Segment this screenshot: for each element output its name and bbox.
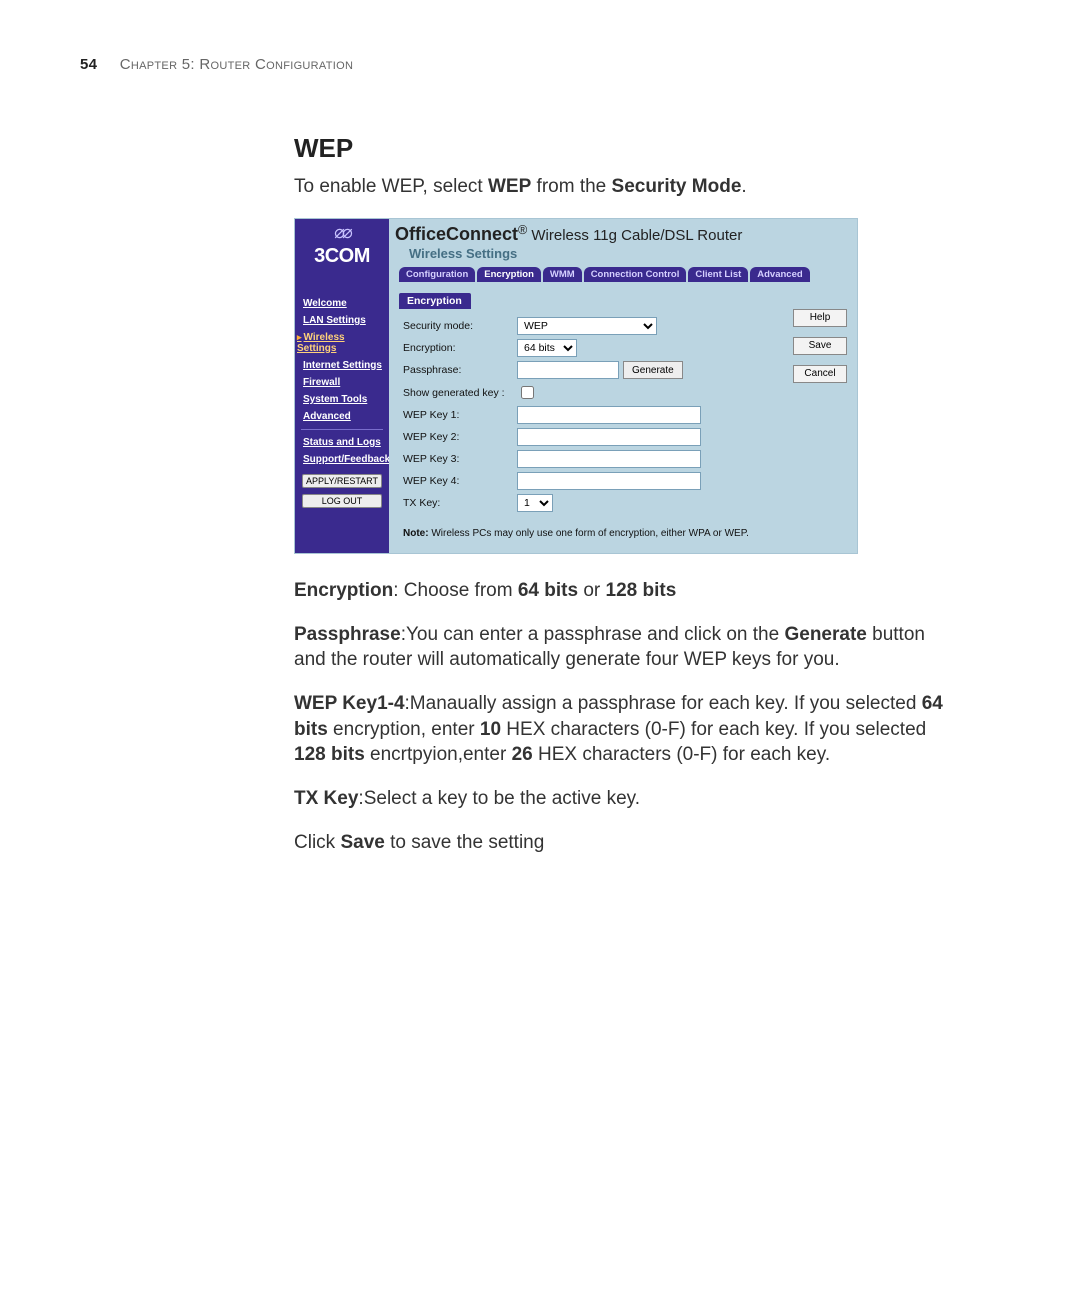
encryption-panel: Encryption Security mode: WEP Encryption… [389, 285, 857, 554]
label-encryption: Encryption: [403, 337, 517, 359]
tab-wmm[interactable]: WMM [543, 267, 582, 282]
nav-lan-settings[interactable]: LAN Settings [295, 312, 389, 329]
label-wep3: WEP Key 3: [403, 448, 517, 470]
cancel-button[interactable]: Cancel [793, 365, 847, 383]
para-encryption: Encryption: Choose from 64 bits or 128 b… [294, 578, 954, 604]
security-mode-select[interactable]: WEP [517, 317, 657, 335]
tab-row: Configuration Encryption WMM Connection … [399, 264, 857, 282]
nav-divider [301, 429, 383, 430]
product-title: OfficeConnect® Wireless 11g Cable/DSL Ro… [395, 223, 857, 245]
passphrase-input[interactable] [517, 361, 619, 379]
generate-button[interactable]: Generate [623, 361, 683, 379]
router-screenshot: ⌀⌀ 3COM OfficeConnect® Wireless 11g Cabl… [294, 218, 858, 555]
section-heading: WEP [294, 133, 954, 164]
para-txkey: TX Key:Select a key to be the active key… [294, 786, 954, 812]
label-security-mode: Security mode: [403, 315, 517, 337]
encryption-select[interactable]: 64 bits [517, 339, 577, 357]
show-key-checkbox[interactable] [521, 386, 534, 399]
nav-advanced[interactable]: Advanced [295, 408, 389, 425]
tab-configuration[interactable]: Configuration [399, 267, 475, 282]
para-wepkeys: WEP Key1-4:Manaually assign a passphrase… [294, 691, 954, 768]
label-show-key: Show generated key : [403, 381, 517, 404]
section-subtitle: Wireless Settings [409, 246, 857, 261]
page-number: 54 [80, 56, 97, 73]
nav-support-feedback[interactable]: Support/Feedback [295, 451, 389, 468]
tab-advanced[interactable]: Advanced [750, 267, 809, 282]
wep-key-3-input[interactable] [517, 450, 701, 468]
tx-key-select[interactable]: 1 [517, 494, 553, 512]
tab-client-list[interactable]: Client List [688, 267, 748, 282]
sidebar-nav: Welcome LAN Settings Wireless Settings I… [295, 285, 389, 554]
wep-key-4-input[interactable] [517, 472, 701, 490]
apply-restart-button[interactable]: APPLY/RESTART [302, 474, 382, 488]
nav-welcome[interactable]: Welcome [295, 295, 389, 312]
save-button[interactable]: Save [793, 337, 847, 355]
running-header: 54 Chapter 5: Router Configuration [80, 56, 1000, 73]
nav-wireless-settings[interactable]: Wireless Settings [295, 329, 389, 357]
logo-brand: 3COM [295, 245, 389, 268]
panel-title: Encryption [399, 293, 471, 309]
nav-internet-settings[interactable]: Internet Settings [295, 357, 389, 374]
wep-key-2-input[interactable] [517, 428, 701, 446]
nav-firewall[interactable]: Firewall [295, 374, 389, 391]
panel-note: Note: Wireless PCs may only use one form… [403, 528, 847, 539]
help-button[interactable]: Help [793, 309, 847, 327]
para-save: Click Save to save the setting [294, 830, 954, 856]
tab-encryption[interactable]: Encryption [477, 267, 541, 282]
label-wep1: WEP Key 1: [403, 404, 517, 426]
chapter-label: Chapter 5: Router Configuration [120, 56, 353, 73]
wep-key-1-input[interactable] [517, 406, 701, 424]
label-passphrase: Passphrase: [403, 359, 517, 382]
nav-status-logs[interactable]: Status and Logs [295, 434, 389, 451]
logo-icon: ⌀⌀ [295, 223, 389, 241]
nav-system-tools[interactable]: System Tools [295, 391, 389, 408]
para-passphrase: Passphrase:You can enter a passphrase an… [294, 622, 954, 673]
logo-panel: ⌀⌀ 3COM [295, 219, 389, 285]
tab-connection-control[interactable]: Connection Control [584, 267, 687, 282]
label-wep4: WEP Key 4: [403, 470, 517, 492]
logout-button[interactable]: LOG OUT [302, 494, 382, 508]
label-txkey: TX Key: [403, 492, 517, 514]
intro-paragraph: To enable WEP, select WEP from the Secur… [294, 174, 954, 200]
label-wep2: WEP Key 2: [403, 426, 517, 448]
